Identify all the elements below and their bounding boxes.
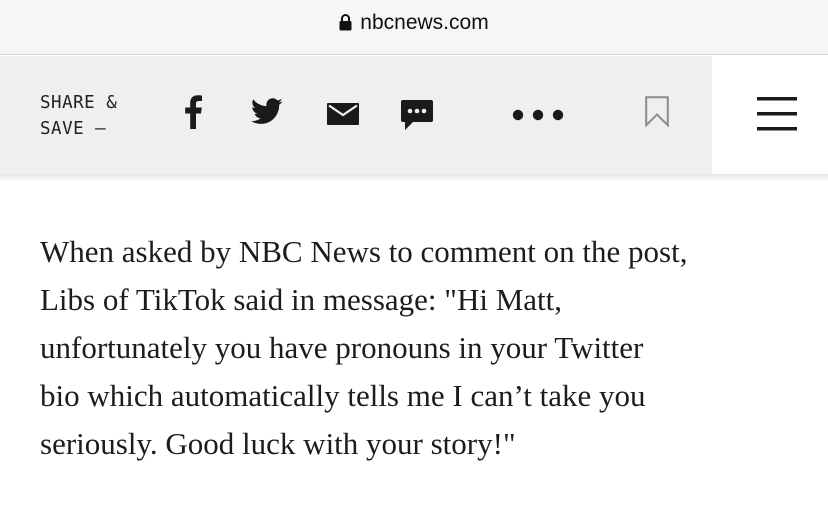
url-text: nbcnews.com: [360, 11, 489, 34]
article-line: When asked by NBC News to comment on the…: [40, 234, 688, 269]
article-line: unfortunately you have pronouns in your …: [40, 330, 644, 365]
share-label-line1: SHARE &: [40, 93, 118, 113]
bookmark-icon[interactable]: [645, 96, 669, 127]
article-line: bio which automatically tells me I can’t…: [40, 378, 646, 413]
twitter-icon[interactable]: [251, 98, 283, 125]
url-display[interactable]: nbcnews.com: [0, 9, 828, 39]
email-icon[interactable]: [327, 103, 359, 125]
article-line: seriously. Good luck with your story!": [40, 426, 516, 461]
lock-icon: [339, 11, 352, 39]
share-save-label: SHARE & SAVE —: [40, 90, 117, 142]
header-shadow: [0, 174, 828, 182]
facebook-icon[interactable]: [183, 95, 203, 129]
more-icon[interactable]: [512, 109, 564, 121]
share-label-line2: SAVE —: [40, 119, 107, 139]
page: nbcnews.com SHARE & SAVE — When asked by…: [0, 0, 828, 509]
browser-address-bar[interactable]: nbcnews.com: [0, 0, 828, 55]
hamburger-menu-icon[interactable]: [757, 97, 797, 131]
article-paragraph: When asked by NBC News to comment on the…: [40, 228, 810, 468]
sms-icon[interactable]: [401, 100, 433, 131]
article-line: Libs of TikTok said in message: "Hi Matt…: [40, 282, 562, 317]
